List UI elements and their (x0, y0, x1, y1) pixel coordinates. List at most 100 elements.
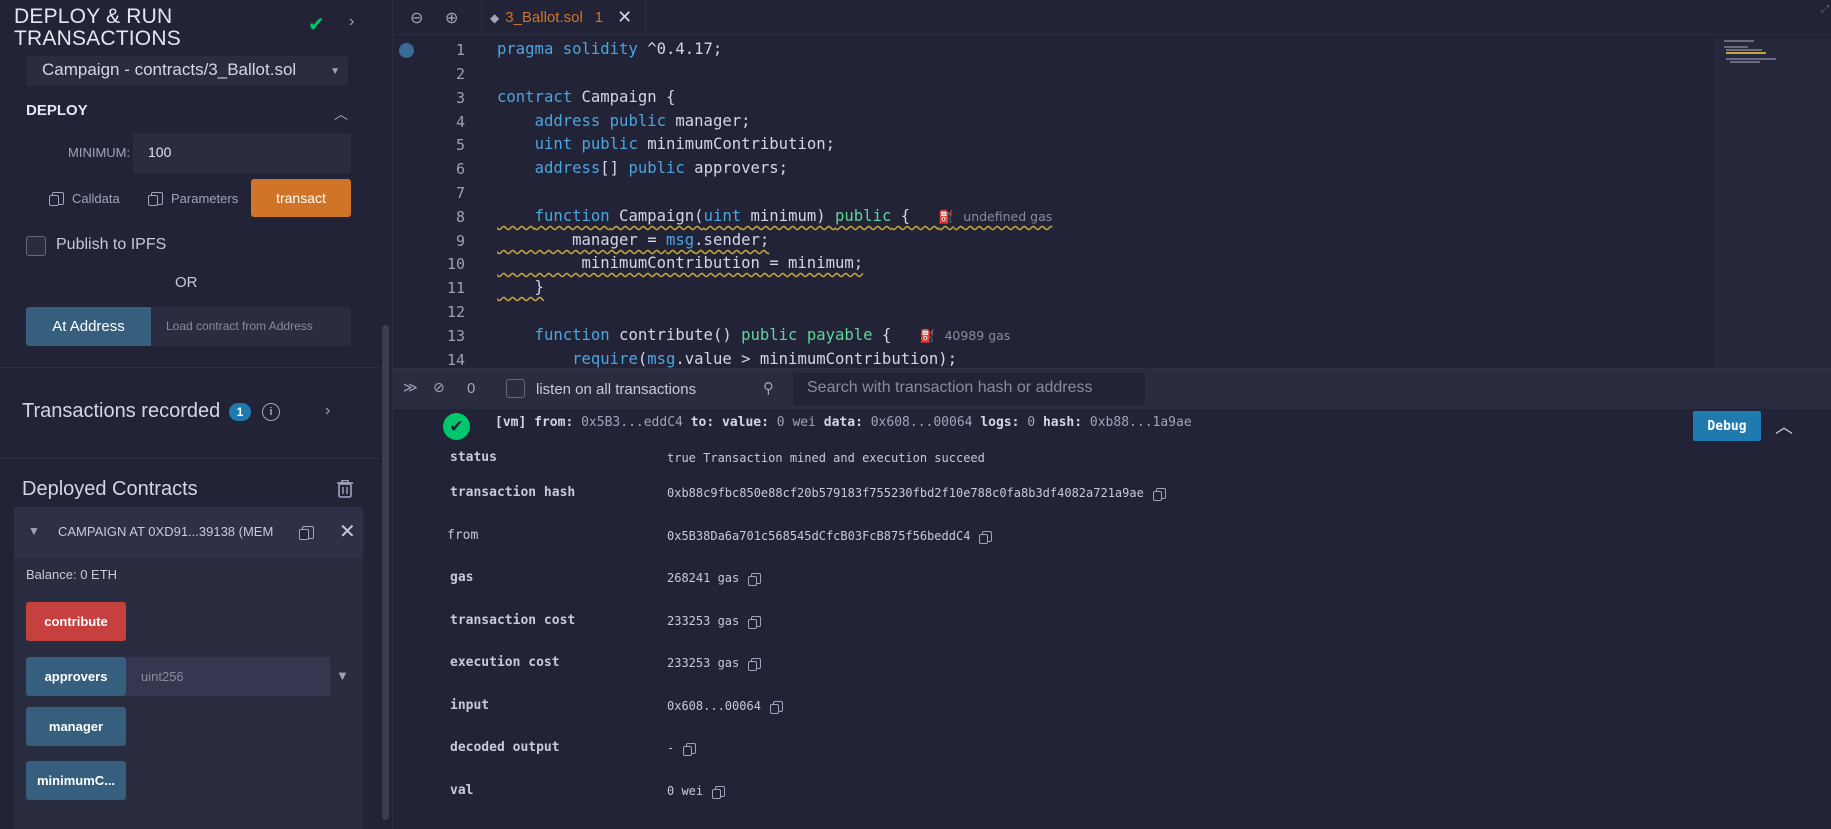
transaction-summary[interactable]: [vm] from: 0x5B3...eddC4 to: value: 0 we… (495, 415, 1192, 430)
copy-icon[interactable] (979, 531, 993, 544)
chevron-up-icon[interactable]: ︿ (334, 104, 348, 124)
line-number: 4 (455, 113, 465, 131)
detail-key: execution cost (450, 655, 560, 670)
expand-icon[interactable]: ⤢ (1821, 4, 1829, 15)
copy-icon[interactable] (748, 616, 762, 629)
copy-icon[interactable] (1152, 488, 1166, 501)
line-number: 5 (455, 136, 465, 154)
approvers-input[interactable]: uint256 (126, 657, 330, 696)
publish-ipfs-checkbox[interactable] (26, 236, 46, 256)
code-line: address[] public approvers; (534, 159, 789, 177)
close-icon[interactable]: ✕ (339, 519, 356, 544)
line-number: 10 (446, 255, 465, 273)
listen-checkbox[interactable] (506, 379, 525, 398)
collapse-icon[interactable]: ≫ (403, 379, 418, 396)
code-line: require(msg.value > minimumContribution)… (572, 350, 958, 368)
chevron-right-icon[interactable]: › (325, 402, 330, 420)
search-input[interactable]: Search with transaction hash or address (793, 373, 1145, 405)
or-separator: OR (175, 274, 198, 291)
detail-value: 0x5B38Da6a701c568545dCfcB03FcB875f56bedd… (667, 529, 993, 544)
chevron-down-icon[interactable]: ▼ (336, 668, 349, 683)
balance-label: Balance: 0 ETH (26, 567, 118, 582)
contract-select[interactable]: Campaign - contracts/3_Ballot.sol ▼ (26, 56, 348, 86)
line-number: 3 (455, 89, 465, 107)
transaction-hash-value: 0xb88c9fbc850e88cf20b579183f755230fbd2f1… (667, 486, 1144, 500)
zoom-out-icon[interactable]: ⊖ (410, 8, 423, 28)
execution-cost-value: 233253 gas (667, 656, 740, 670)
parameters-label: Parameters (171, 190, 239, 206)
close-icon[interactable]: ✕ (617, 7, 632, 28)
solidity-file-icon: ◆ (490, 10, 500, 25)
minimap-line (1724, 46, 1748, 48)
line-number: 9 (455, 232, 465, 250)
manager-button[interactable]: manager (26, 707, 126, 746)
copy-icon (49, 191, 64, 206)
gas-estimate: 40989 gas (944, 328, 1011, 343)
at-address-button[interactable]: At Address (26, 307, 151, 346)
left-scrollbar[interactable] (382, 325, 389, 820)
tab-3-ballot[interactable]: ◆ 3_Ballot.sol 1 ✕ (481, 0, 646, 35)
minimum-input[interactable]: 100 (133, 133, 351, 173)
transactions-recorded-label[interactable]: Transactions recorded (22, 400, 220, 423)
minimap[interactable] (1715, 38, 1831, 368)
chevron-up-icon[interactable]: ︿ (1775, 413, 1793, 439)
search-icon: ⚲ (763, 380, 774, 397)
clear-icon[interactable]: ⊘ (433, 379, 445, 396)
detail-value: - (667, 741, 697, 756)
code-line: uint public minimumContribution; (534, 135, 835, 153)
calldata-button[interactable]: Calldata (49, 186, 120, 210)
line-number: 11 (446, 279, 465, 297)
transact-button[interactable]: transact (251, 179, 351, 217)
pending-count: 0 (467, 380, 476, 397)
info-icon[interactable]: i (262, 403, 280, 421)
trash-icon[interactable] (337, 480, 353, 498)
minimum-contribution-button[interactable]: minimumC... (26, 761, 126, 800)
parameters-button[interactable]: Parameters (148, 186, 239, 210)
detail-key: decoded output (450, 740, 560, 755)
line-number: 7 (455, 184, 465, 202)
debug-button[interactable]: Debug (1693, 411, 1761, 441)
gas-estimate: undefined gas (963, 209, 1053, 224)
detail-value: 268241 gas (667, 571, 762, 586)
divider (0, 367, 380, 368)
contribute-button[interactable]: contribute (26, 602, 126, 641)
chevron-down-icon[interactable]: ▼ (28, 524, 40, 538)
minimap-line (1726, 58, 1776, 60)
panel-title: DEPLOY & RUN TRANSACTIONS (14, 5, 181, 50)
hash-value: 0xb88...1a9ae (1089, 415, 1192, 430)
detail-value: 233253 gas (667, 614, 762, 629)
code-line: address public manager; (534, 112, 751, 130)
code-line: minimumContribution = minimum; (497, 254, 864, 272)
remix-ide: DEPLOY & RUN TRANSACTIONS ✔ › Campaign -… (0, 0, 1831, 829)
publish-ipfs-label: Publish to IPFS (56, 236, 167, 253)
code-line: pragma solidity ^0.4.17; (497, 40, 723, 58)
copy-icon[interactable] (712, 786, 726, 799)
transaction-cost-value: 233253 gas (667, 614, 740, 628)
copy-icon[interactable] (683, 743, 697, 756)
line-number: 13 (446, 327, 465, 345)
line-number: 12 (446, 303, 465, 321)
minimum-label: MINIMUM: (68, 145, 131, 160)
vm-tag: [vm] (495, 415, 527, 430)
copy-icon[interactable] (748, 573, 762, 586)
line-number: 8 (455, 208, 465, 226)
data-label: data: (823, 415, 863, 430)
listen-label: listen on all transactions (536, 381, 697, 398)
value-label: value: (722, 415, 769, 430)
zoom-in-icon[interactable]: ⊕ (445, 8, 458, 28)
decoded-output-value: - (667, 741, 675, 755)
terminal-toolbar: ≫ ⊘ 0 listen on all transactions ⚲ Searc… (393, 369, 1831, 409)
from-value: 0x5B3...eddC4 (581, 415, 683, 430)
approvers-button[interactable]: approvers (26, 657, 126, 696)
breakpoint-marker[interactable] (399, 43, 414, 58)
copy-icon[interactable] (299, 526, 314, 540)
code-line: } (497, 278, 544, 296)
divider (0, 458, 380, 459)
check-icon: ✔ (308, 14, 325, 36)
address-input[interactable]: Load contract from Address (151, 307, 351, 346)
minimap-line (1726, 52, 1766, 54)
copy-icon[interactable] (748, 658, 762, 671)
chevron-right-icon[interactable]: › (349, 13, 354, 31)
gas-value: 268241 gas (667, 571, 740, 585)
copy-icon[interactable] (769, 701, 783, 714)
